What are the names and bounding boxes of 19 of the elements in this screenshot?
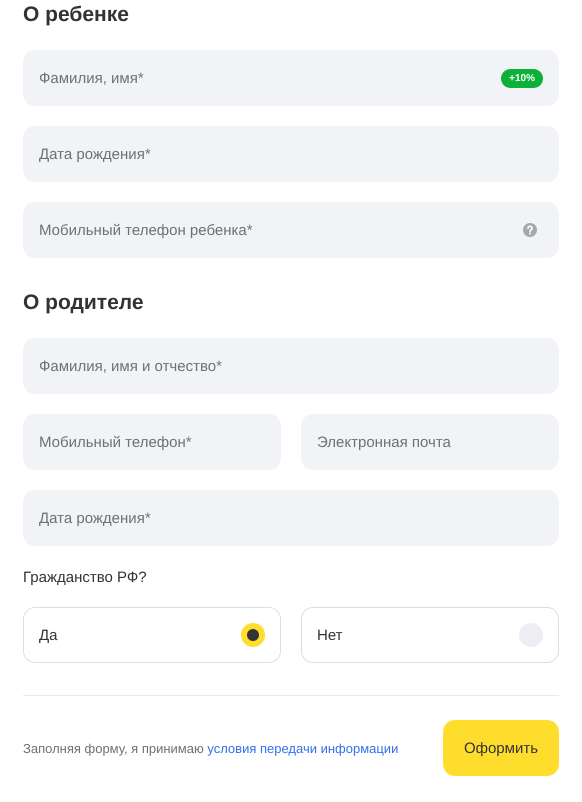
option-label: Нет bbox=[317, 626, 343, 644]
radio-option[interactable]: Нет bbox=[301, 607, 559, 663]
section-heading: О ребенке bbox=[23, 2, 130, 28]
section-heading: О родителе bbox=[23, 290, 144, 316]
terms-link[interactable]: условия передачи информации bbox=[207, 740, 398, 756]
input-field[interactable]: Фамилия, имя и отчество* bbox=[23, 338, 559, 394]
bonus-badge: +10% bbox=[501, 69, 543, 88]
input-field[interactable]: Дата рождения* bbox=[23, 126, 559, 182]
submit-button[interactable]: Оформить bbox=[443, 720, 559, 776]
radio-button[interactable] bbox=[241, 623, 265, 647]
radio-option[interactable]: Да bbox=[23, 607, 281, 663]
input-field[interactable]: Электронная почта bbox=[301, 414, 559, 470]
help-icon[interactable] bbox=[523, 223, 537, 237]
consent-text: Заполняя форму, я принимаю условия передачи информации bbox=[23, 740, 398, 756]
input-field[interactable]: Мобильный телефон ребенка* bbox=[23, 202, 559, 258]
input-field[interactable]: Дата рождения* bbox=[23, 490, 559, 546]
input-field[interactable]: Мобильный телефон* bbox=[23, 414, 281, 470]
option-label: Да bbox=[39, 626, 58, 644]
question-label: Гражданство РФ? bbox=[23, 569, 148, 587]
